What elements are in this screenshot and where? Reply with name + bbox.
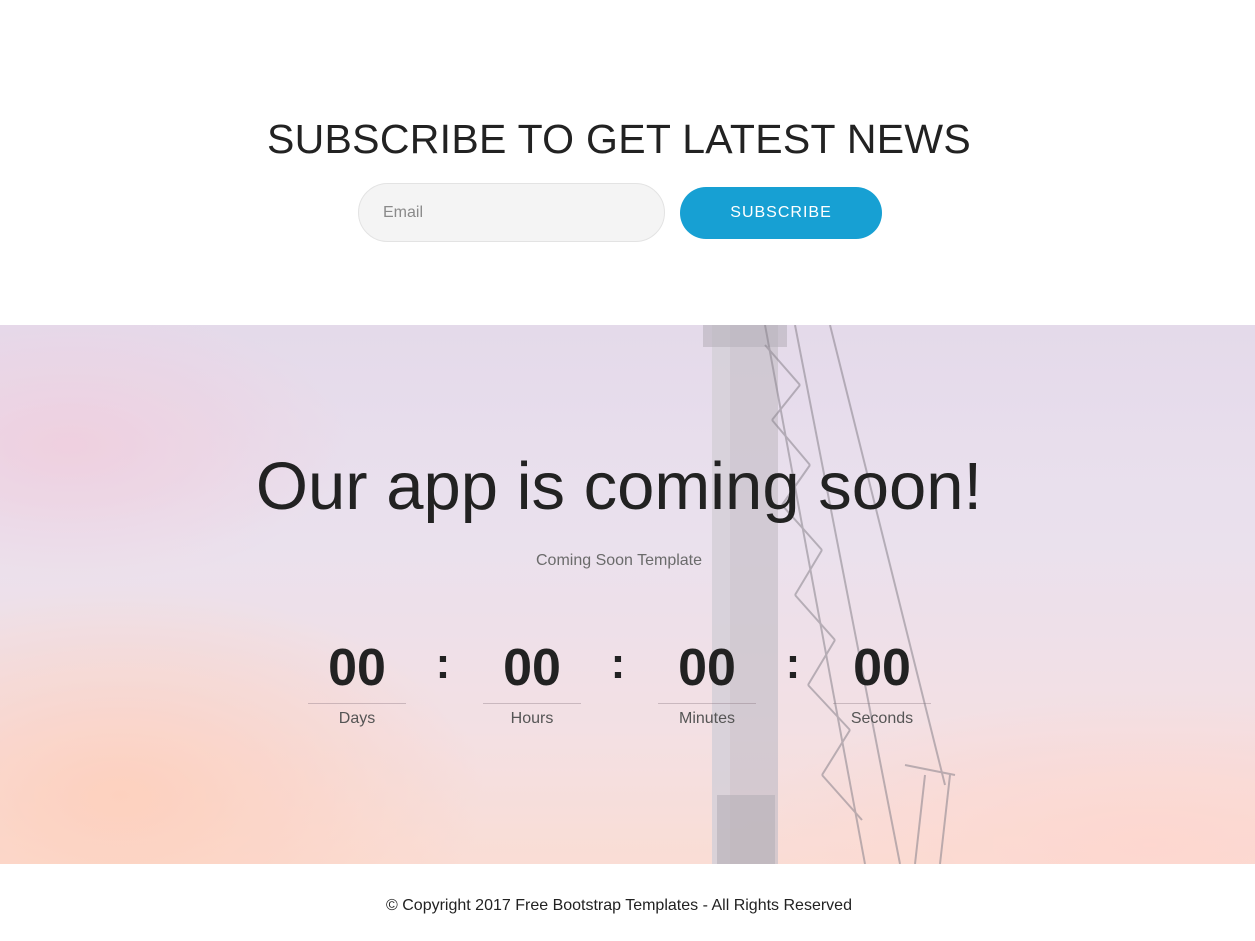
countdown-separator: :: [610, 639, 626, 688]
hero-overlay: [0, 325, 1255, 864]
countdown-hours-value: 00: [483, 635, 581, 704]
countdown-separator: :: [435, 639, 451, 688]
countdown-minutes-value: 00: [658, 635, 756, 704]
copyright-suffix: - All Rights Reserved: [698, 897, 852, 914]
subscribe-section: SUBSCRIBE TO GET LATEST NEWS SUBSCRIBE: [0, 0, 1255, 325]
hero-title: Our app is coming soon!: [255, 449, 983, 524]
hero-section: Our app is coming soon! Coming Soon Temp…: [0, 325, 1255, 864]
countdown-days: 00 Days: [308, 635, 406, 728]
countdown-hours: 00 Hours: [483, 635, 581, 728]
email-field[interactable]: [358, 183, 665, 242]
footer: © Copyright 2017 Free Bootstrap Template…: [0, 864, 1255, 941]
copyright-text: © Copyright 2017 Free Bootstrap Template…: [0, 897, 1238, 915]
countdown-hours-label: Hours: [510, 710, 554, 727]
countdown-days-label: Days: [338, 710, 376, 727]
countdown-days-value: 00: [308, 635, 406, 704]
copyright-prefix: © Copyright 2017: [386, 897, 516, 914]
subscribe-button[interactable]: SUBSCRIBE: [680, 187, 882, 239]
countdown-seconds-label: Seconds: [850, 710, 914, 727]
countdown-minutes-label: Minutes: [678, 710, 736, 727]
countdown-seconds-value: 00: [833, 635, 931, 704]
templates-link[interactable]: Free Bootstrap Templates: [515, 897, 698, 914]
subscribe-title: SUBSCRIBE TO GET LATEST NEWS: [266, 116, 972, 162]
countdown-separator: :: [785, 639, 801, 688]
hero-subtitle: Coming Soon Template: [535, 552, 703, 569]
countdown-minutes: 00 Minutes: [658, 635, 756, 728]
countdown-seconds: 00 Seconds: [833, 635, 931, 728]
